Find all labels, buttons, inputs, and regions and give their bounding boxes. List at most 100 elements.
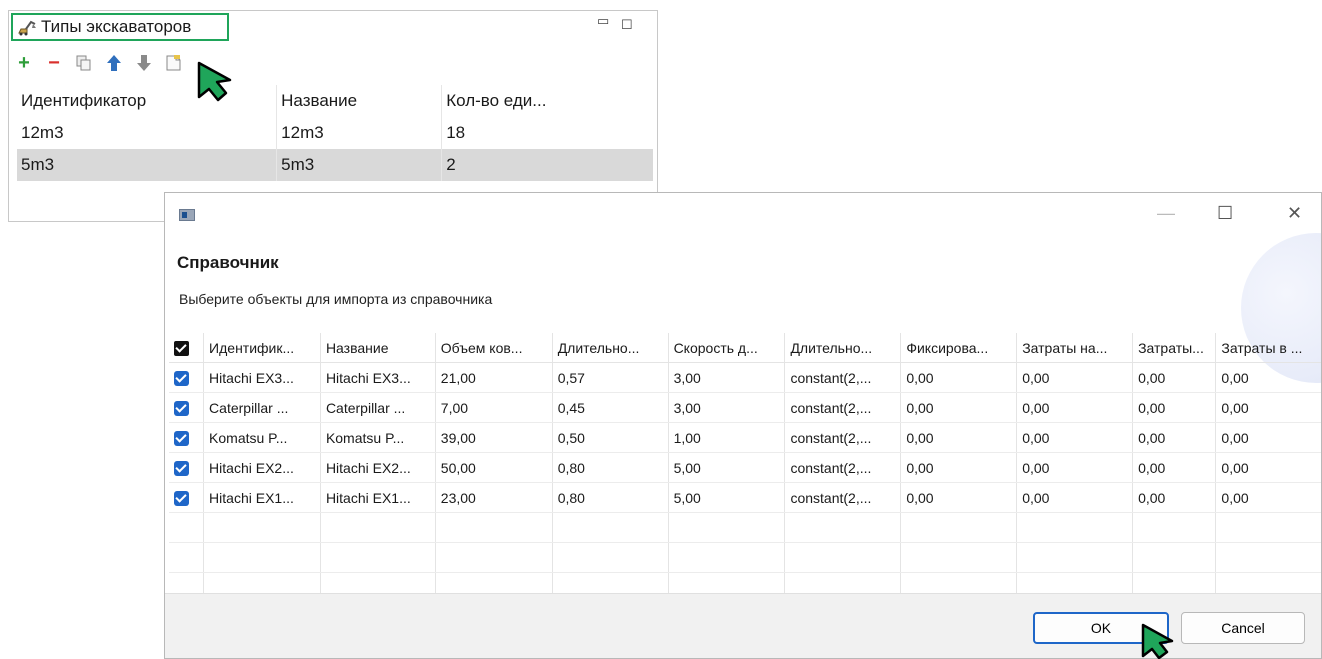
empty-cell (1132, 572, 1217, 593)
grid-cell: 0,00 (900, 422, 1018, 453)
grid-cell: 3,00 (668, 362, 786, 393)
empty-cell (668, 572, 786, 593)
catalog-grid: Идентифик... Название Объем ков... Длите… (169, 333, 1321, 593)
cell: 5m3 (17, 149, 277, 181)
copy-icon[interactable] (75, 54, 93, 72)
row-checkbox[interactable] (169, 392, 205, 423)
grid-cell: 0,00 (900, 452, 1018, 483)
table-row-selected[interactable]: 5m3 5m3 2 (17, 149, 653, 181)
empty-cell (1132, 512, 1217, 543)
grid-cell: 0,50 (552, 422, 669, 453)
grid-cell: 23,00 (435, 482, 553, 513)
dialog-heading: Справочник (177, 253, 279, 272)
grid-cell: Hitachi EX2... (203, 452, 321, 483)
grid-cell: 0,00 (1132, 362, 1217, 393)
empty-cell (552, 512, 669, 543)
move-up-icon[interactable] (105, 54, 123, 72)
empty-cell (320, 542, 436, 573)
dialog-titlebar[interactable]: — ☐ ✕ (165, 193, 1321, 235)
empty-cell (900, 542, 1018, 573)
column-header[interactable]: Объем ков... (435, 333, 553, 363)
catalog-grid-container[interactable]: Идентифик... Название Объем ков... Длите… (169, 333, 1321, 593)
excavator-types-panel: Типы экскаваторов ▭ ☐ + − Идентификатор … (8, 10, 658, 222)
empty-cell (552, 572, 669, 593)
grid-row[interactable]: Caterpillar ... Caterpillar ... 7,00 0,45 3,… (169, 392, 1321, 423)
table-row[interactable]: 12m3 12m3 18 (17, 117, 653, 149)
grid-cell: 21,00 (435, 362, 553, 393)
empty-cell (784, 542, 902, 573)
close-window-icon[interactable]: ✕ (1287, 203, 1302, 224)
pointer-arrow-icon (197, 61, 232, 102)
grid-cell: Hitachi EX2... (320, 452, 436, 483)
grid-cell: 0,57 (552, 362, 669, 393)
empty-cell (169, 542, 205, 573)
empty-cell (203, 512, 321, 543)
grid-cell: 5,00 (668, 482, 786, 513)
column-header[interactable]: Затраты на... (1016, 333, 1134, 363)
move-down-icon[interactable] (135, 54, 153, 72)
grid-cell: 0,00 (1132, 392, 1217, 423)
grid-cell: Hitachi EX3... (203, 362, 321, 393)
empty-cell (1016, 572, 1134, 593)
row-checkbox[interactable] (169, 452, 205, 483)
empty-cell (1016, 512, 1134, 543)
column-header[interactable]: Длительно... (784, 333, 902, 363)
cancel-button[interactable]: Cancel (1181, 612, 1305, 644)
column-header[interactable]: Затраты... (1132, 333, 1217, 363)
catalog-dialog: — ☐ ✕ Справочник Выберите объекты для им… (164, 192, 1322, 659)
grid-cell: 0,00 (1215, 482, 1321, 513)
column-header[interactable]: Затраты в ... (1215, 333, 1321, 363)
column-header[interactable]: Название (320, 333, 436, 363)
empty-cell (435, 572, 553, 593)
panel-title[interactable]: Типы экскаваторов (11, 13, 229, 41)
grid-row[interactable]: Hitachi EX1... Hitachi EX1... 23,00 0,80 5,0… (169, 482, 1321, 513)
remove-icon[interactable]: − (45, 52, 63, 74)
empty-cell (784, 572, 902, 593)
empty-cell (1215, 512, 1321, 543)
column-header[interactable]: Длительно... (552, 333, 669, 363)
import-from-catalog-icon[interactable] (165, 54, 183, 72)
grid-cell: 0,00 (1016, 452, 1134, 483)
cell: 12m3 (21, 123, 64, 142)
grid-cell: 0,00 (1016, 482, 1134, 513)
select-all-checkbox[interactable] (169, 333, 205, 363)
grid-cell: Caterpillar ... (203, 392, 321, 423)
grid-row[interactable]: Komatsu P... Komatsu P... 39,00 0,50 1,00 con… (169, 422, 1321, 453)
column-header[interactable]: Идентифик... (203, 333, 321, 363)
grid-header-row: Идентифик... Название Объем ков... Длите… (169, 333, 1321, 363)
grid-cell: constant(2,... (784, 362, 902, 393)
row-checkbox[interactable] (169, 422, 205, 453)
cell: 18 (441, 117, 653, 149)
minimize-icon[interactable]: ▭ (597, 13, 609, 29)
column-header[interactable]: Скорость д... (668, 333, 786, 363)
row-checkbox[interactable] (169, 362, 205, 393)
empty-cell (435, 542, 553, 573)
maximize-icon[interactable]: ☐ (621, 17, 633, 33)
grid-cell: 0,00 (1215, 452, 1321, 483)
column-header[interactable]: Кол-во еди... (441, 85, 653, 117)
empty-grid-row (169, 512, 1321, 543)
row-checkbox[interactable] (169, 482, 205, 513)
grid-cell: 0,00 (1016, 422, 1134, 453)
grid-cell: 1,00 (668, 422, 786, 453)
grid-cell: constant(2,... (784, 422, 902, 453)
grid-cell: 0,00 (1132, 482, 1217, 513)
grid-row[interactable]: Hitachi EX3... Hitachi EX3... 21,00 0,57 3,0… (169, 362, 1321, 393)
maximize-window-icon[interactable]: ☐ (1217, 203, 1233, 224)
grid-cell: Caterpillar ... (320, 392, 436, 423)
column-header[interactable]: Идентификатор (17, 85, 277, 117)
grid-cell: Hitachi EX1... (320, 482, 436, 513)
empty-cell (1016, 542, 1134, 573)
pointer-arrow-icon (1141, 623, 1174, 659)
grid-row[interactable]: Hitachi EX2... Hitachi EX2... 50,00 0,80 5,0… (169, 452, 1321, 483)
empty-cell (900, 572, 1018, 593)
excavator-icon (18, 20, 36, 36)
column-header[interactable]: Фиксирова... (900, 333, 1018, 363)
column-header[interactable]: Название (276, 85, 442, 117)
grid-cell: 0,00 (1132, 452, 1217, 483)
app-icon (179, 209, 195, 221)
minimize-window-icon[interactable]: — (1157, 203, 1175, 224)
add-icon[interactable]: + (15, 52, 33, 74)
empty-cell (668, 542, 786, 573)
empty-cell (1215, 542, 1321, 573)
